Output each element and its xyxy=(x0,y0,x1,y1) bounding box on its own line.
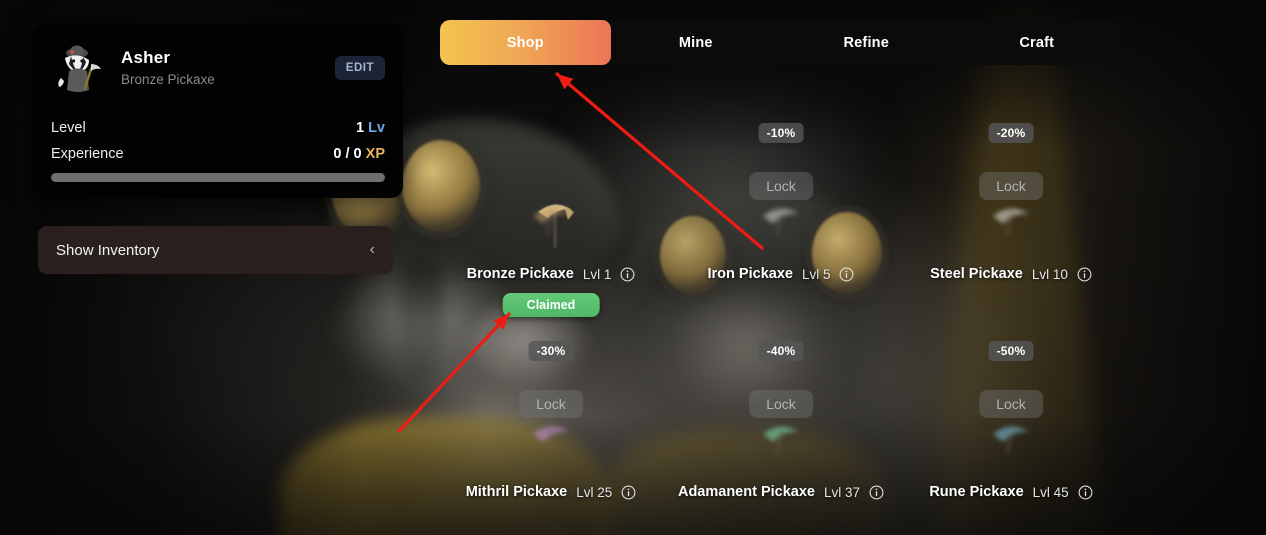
tab-label: Shop xyxy=(506,34,544,51)
shop-item-name: Adamanent Pickaxe xyxy=(677,484,815,500)
shop-item-level: Lvl 1 xyxy=(582,266,612,282)
shop-item-footer: Iron Pickaxe Lvl 5 xyxy=(670,266,892,282)
shop-item-footer: Bronze Pickaxe Lvl 1 xyxy=(440,266,662,282)
shop-item-level: Lvl 37 xyxy=(823,484,861,500)
shop-item-card[interactable]: -20% Lock Steel Pickaxe Lvl 10 xyxy=(900,80,1122,290)
tab-mine[interactable]: Mine xyxy=(611,20,782,65)
pickaxe-item-icon xyxy=(528,416,574,456)
lock-button[interactable]: Lock xyxy=(519,390,583,418)
tab-craft[interactable]: Craft xyxy=(952,20,1123,65)
shop-item-card[interactable]: -10% Lock Iron Pickaxe Lvl 5 xyxy=(670,80,892,290)
tab-label: Refine xyxy=(843,34,889,51)
player-name: Asher xyxy=(121,48,171,68)
chevron-left-icon: ‹ xyxy=(369,241,375,258)
level-value: 1 Lv xyxy=(355,120,385,136)
shop-item-card[interactable]: -30% Lock Mithril Pickaxe Lvl 25 xyxy=(440,298,662,508)
shop-item-footer: Mithril Pickaxe Lvl 25 xyxy=(440,484,662,500)
lock-button[interactable]: Lock xyxy=(749,390,813,418)
experience-progress-bar xyxy=(51,173,385,182)
shop-item-footer: Rune Pickaxe Lvl 45 xyxy=(900,484,1122,500)
discount-badge: -10% xyxy=(758,123,804,143)
show-inventory-button[interactable]: Show Inventory ‹ xyxy=(38,226,393,274)
pickaxe-item-icon xyxy=(758,198,804,238)
shop-item-name: Iron Pickaxe xyxy=(707,266,793,282)
pickaxe-item-icon xyxy=(988,198,1034,238)
shop-item-name: Bronze Pickaxe xyxy=(466,266,574,282)
lock-button[interactable]: Lock xyxy=(979,390,1043,418)
shop-item-name: Steel Pickaxe xyxy=(930,266,1023,282)
info-circle-icon[interactable] xyxy=(620,267,635,282)
shop-item-grid: Bronze Pickaxe Lvl 1 Claimed -10% Lock Iron P… xyxy=(440,80,1130,525)
shop-item-level: Lvl 25 xyxy=(576,484,613,500)
level-row: Level 1 Lv xyxy=(33,120,403,136)
info-circle-icon[interactable] xyxy=(869,485,884,500)
main-tab-bar: Shop Mine Refine Craft xyxy=(440,20,1122,65)
shop-item-level: Lvl 5 xyxy=(801,266,831,282)
shop-item-level: Lvl 45 xyxy=(1032,484,1069,500)
shop-item-name: Mithril Pickaxe xyxy=(465,484,568,500)
shop-item-card[interactable]: Bronze Pickaxe Lvl 1 Claimed xyxy=(440,80,662,317)
lock-button[interactable]: Lock xyxy=(979,172,1043,200)
discount-badge: -30% xyxy=(528,341,574,361)
shop-item-footer: Adamanent Pickaxe Lvl 37 xyxy=(670,484,892,500)
avatar xyxy=(51,40,107,96)
player-equipped-item: Bronze Pickaxe xyxy=(121,71,215,87)
tab-shop[interactable]: Shop xyxy=(440,20,611,65)
discount-badge: -40% xyxy=(758,341,804,361)
tab-refine[interactable]: Refine xyxy=(781,20,952,65)
player-panel: Asher Bronze Pickaxe EDIT Level 1 Lv Exp… xyxy=(33,24,403,198)
level-unit: Lv xyxy=(368,120,385,136)
level-label: Level xyxy=(51,120,86,136)
game-shop-screen: Asher Bronze Pickaxe EDIT Level 1 Lv Exp… xyxy=(0,0,1266,535)
experience-unit: XP xyxy=(365,146,385,162)
shop-item-card[interactable]: -40% Lock Adamanent Pickaxe Lvl 37 xyxy=(670,298,892,508)
experience-value: 0 / 0 XP xyxy=(333,146,385,162)
edit-profile-button[interactable]: EDIT xyxy=(334,56,385,80)
tab-label: Craft xyxy=(1019,34,1055,51)
discount-badge: -50% xyxy=(988,341,1034,361)
lock-button[interactable]: Lock xyxy=(749,172,813,200)
info-circle-icon[interactable] xyxy=(1078,485,1093,500)
experience-label: Experience xyxy=(51,146,124,162)
experience-row: Experience 0 / 0 XP xyxy=(33,146,403,162)
shop-item-card[interactable]: -50% Lock Rune Pickaxe Lvl 45 xyxy=(900,298,1122,508)
pickaxe-item-icon xyxy=(988,416,1034,456)
info-circle-icon[interactable] xyxy=(621,485,636,500)
pickaxe-item-icon xyxy=(528,198,574,238)
shop-item-footer: Steel Pickaxe Lvl 10 xyxy=(900,266,1122,282)
shop-item-name: Rune Pickaxe xyxy=(929,484,1024,500)
info-circle-icon[interactable] xyxy=(1077,267,1092,282)
pickaxe-item-icon xyxy=(758,416,804,456)
shop-item-level: Lvl 10 xyxy=(1031,266,1068,282)
info-circle-icon[interactable] xyxy=(839,267,854,282)
tab-label: Mine xyxy=(678,34,713,51)
discount-badge: -20% xyxy=(988,123,1034,143)
show-inventory-label: Show Inventory xyxy=(56,241,160,259)
